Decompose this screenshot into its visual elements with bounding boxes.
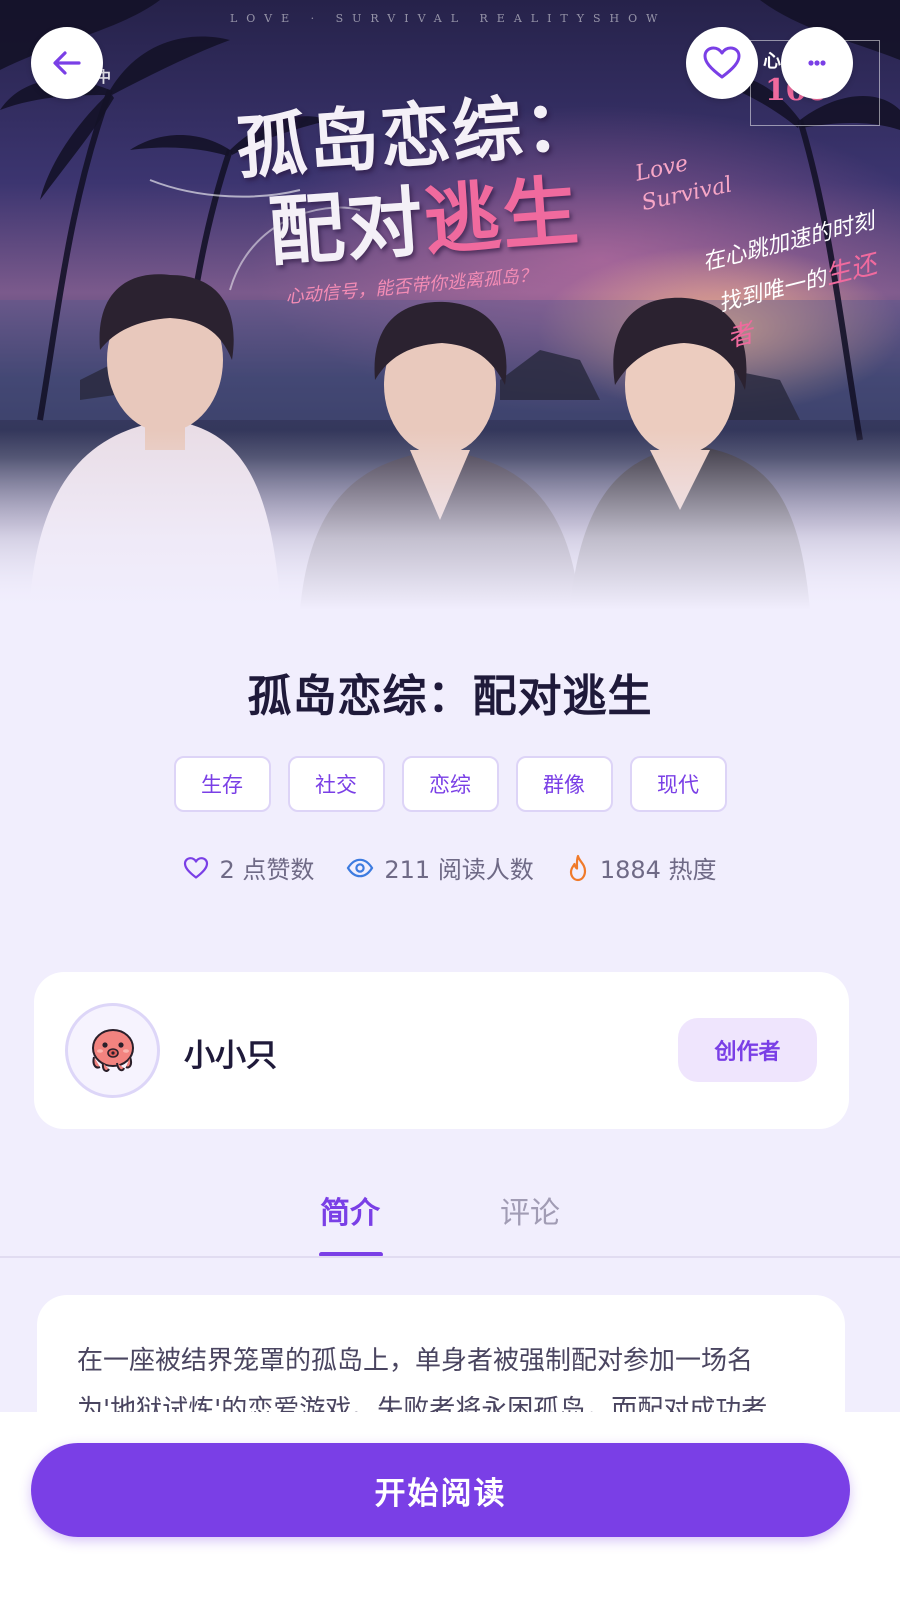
tab-intro[interactable]: 简介	[320, 1188, 380, 1232]
tabs-divider	[0, 1256, 900, 1258]
tab-comments[interactable]: 评论	[500, 1188, 560, 1232]
heart-outline-icon	[703, 46, 741, 79]
avatar[interactable]	[65, 1003, 160, 1098]
creator-badge: 创作者	[678, 1018, 817, 1082]
likes-count: 2 点赞数	[219, 856, 315, 884]
cover-top-text: LOVE · SURVIVAL REALITYSHOW	[230, 12, 667, 25]
tag-item[interactable]: 生存	[173, 756, 271, 812]
heat-stat: 1884 热度	[566, 850, 717, 885]
tag-item[interactable]: 群像	[515, 756, 613, 812]
story-stats: 2 点赞数 211 阅读人数 1884 热度	[0, 850, 900, 885]
favorite-button[interactable]	[686, 27, 758, 99]
readers-count: 211 阅读人数	[384, 856, 534, 884]
cover-image: LOVE · SURVIVAL REALITYSHOW 中 心 100 孤岛恋综…	[0, 0, 900, 610]
tag-item[interactable]: 现代	[629, 756, 727, 812]
cover-title-line2: 配对逃生	[265, 149, 584, 280]
cover-badge-top: 心	[763, 51, 781, 72]
back-button[interactable]	[31, 27, 103, 99]
heat-count: 1884 热度	[599, 856, 717, 884]
tag-item[interactable]: 恋综	[401, 756, 499, 812]
flame-icon	[569, 854, 586, 881]
tab-bar: 简介 评论	[0, 1170, 900, 1258]
start-reading-button[interactable]: 开始阅读	[31, 1443, 850, 1537]
cover-fade	[0, 430, 900, 610]
octopus-icon	[91, 1028, 134, 1072]
tag-item[interactable]: 社交	[287, 756, 385, 812]
bottom-bar: 开始阅读	[0, 1412, 900, 1600]
author-card[interactable]: 小小只 创作者	[34, 972, 849, 1129]
eye-icon	[347, 858, 374, 877]
cover-title-line2-a: 配对	[265, 177, 428, 277]
tag-list: 生存 社交 恋综 群像 现代	[0, 756, 900, 812]
author-name[interactable]: 小小只	[184, 1030, 277, 1075]
ellipsis-icon	[808, 60, 826, 66]
heart-icon	[184, 856, 209, 879]
cover-title-line2-b: 逃生	[421, 166, 584, 266]
more-button[interactable]	[781, 27, 853, 99]
story-title: 孤岛恋综：配对逃生	[247, 671, 653, 722]
arrow-left-icon	[53, 51, 81, 75]
likes-stat: 2 点赞数	[183, 850, 314, 885]
readers-stat: 211 阅读人数	[346, 850, 534, 885]
